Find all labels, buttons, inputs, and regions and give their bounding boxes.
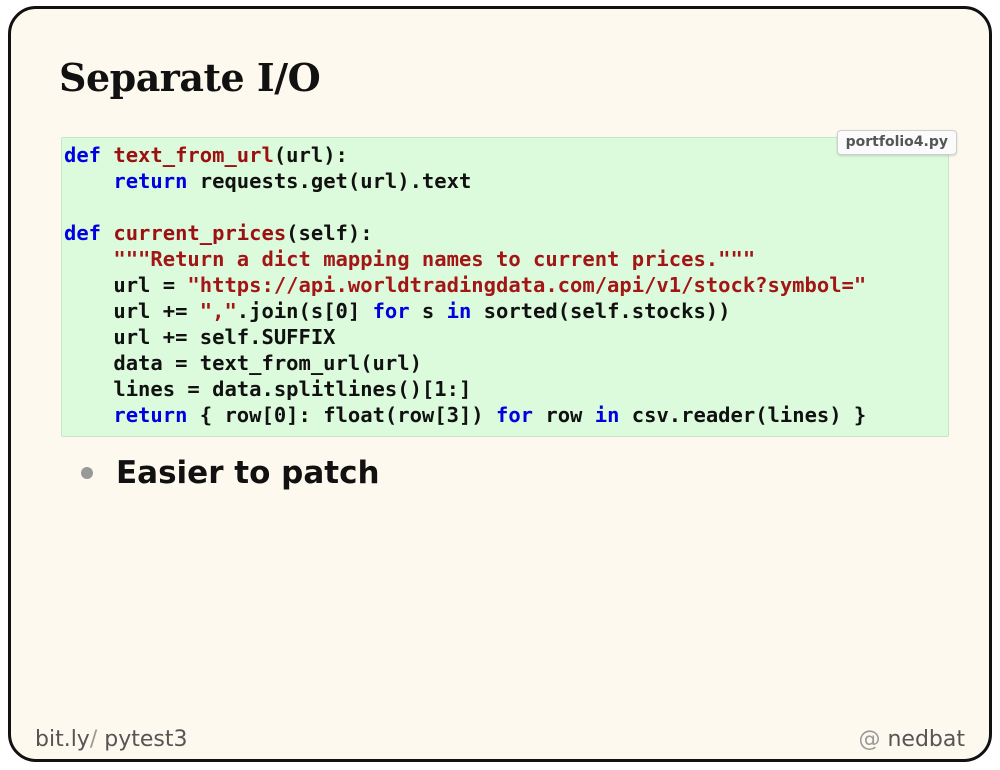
footer-at-sign: @ — [858, 727, 881, 752]
code-line: url += ",".join(s[0] for s in sorted(sel… — [64, 299, 731, 323]
bullet-item: Easier to patch — [81, 455, 380, 491]
code-line: return requests.get(url).text — [113, 169, 472, 193]
bullet-text: Easier to patch — [116, 455, 380, 491]
code-line: return { row[0]: float(row[3]) for row i… — [113, 403, 867, 427]
slide: Separate I/O portfolio4.py def text_from… — [8, 6, 992, 762]
footer-link[interactable]: bit.ly/ pytest3 — [35, 727, 187, 752]
code-line: data = text_from_url(url) — [64, 351, 422, 375]
code-lines: def text_from_url(url): return requests.… — [64, 142, 948, 428]
code-line: """Return a dict mapping names to curren… — [113, 247, 756, 271]
bullet-list: Easier to patch — [81, 455, 380, 491]
footer-handle[interactable]: @ nedbat — [858, 727, 965, 752]
code-line: def current_prices(self): — [64, 221, 373, 245]
code-filename-label: portfolio4.py — [836, 130, 957, 155]
code-line: def text_from_url(url): — [64, 143, 348, 167]
slide-title: Separate I/O — [59, 55, 321, 100]
code-line: url = "https://api.worldtradingdata.com/… — [64, 273, 867, 297]
bullet-dot-icon — [81, 467, 93, 479]
footer-handle-name: nedbat — [880, 727, 965, 752]
code-line: lines = data.splitlines()[1:] — [64, 377, 472, 401]
footer-link-domain: bit.ly — [35, 727, 90, 752]
footer-link-path: pytest3 — [97, 727, 188, 752]
code-block: portfolio4.py def text_from_url(url): re… — [61, 130, 957, 437]
code-line: url += self.SUFFIX — [64, 325, 336, 349]
